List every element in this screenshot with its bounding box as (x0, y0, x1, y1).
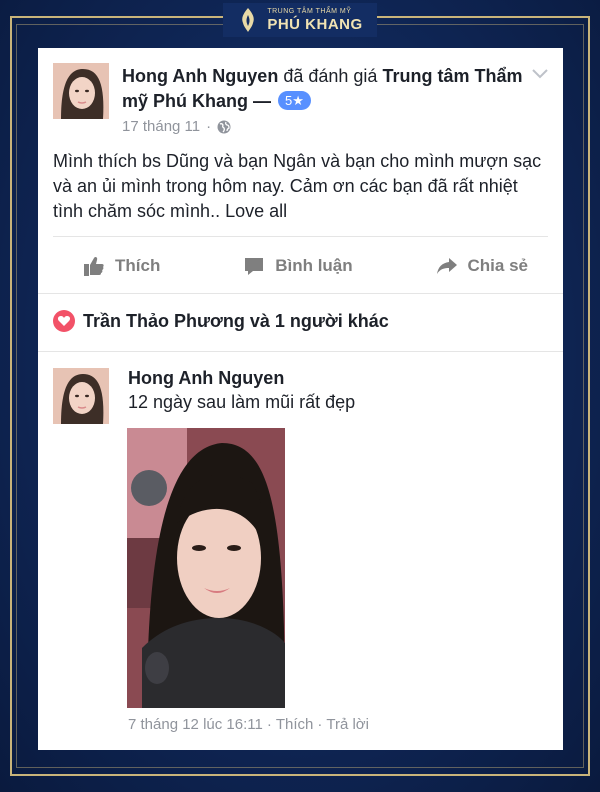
brand-name: PHÚ KHANG (267, 16, 363, 33)
chevron-down-icon[interactable] (531, 68, 549, 80)
comment-button[interactable]: Bình luận (243, 255, 353, 277)
selfie-image (127, 428, 285, 708)
comment-label: Bình luận (275, 256, 353, 275)
avatar-photo (53, 63, 109, 119)
brand-box: TRUNG TÂM THẨM MỸ PHÚ KHANG (223, 3, 377, 37)
comment-meta-dot: · (317, 716, 323, 733)
reaction-summary[interactable]: Trần Thảo Phương và 1 người khác (53, 310, 389, 332)
divider (38, 293, 563, 294)
comment-like-link[interactable]: Thích (276, 716, 314, 733)
like-label: Thích (115, 256, 161, 275)
avatar-photo (53, 368, 109, 424)
heart-icon (53, 310, 75, 332)
comment-author[interactable]: Hong Anh Nguyen (128, 368, 284, 389)
divider (38, 351, 563, 352)
comment-date[interactable]: 7 tháng 12 lúc 16:11 (128, 716, 263, 733)
comment-meta: 7 tháng 12 lúc 16:11 · Thích · Trả lời (128, 716, 369, 733)
like-button[interactable]: Thích (83, 255, 160, 277)
globe-icon (217, 120, 231, 133)
post-date[interactable]: 17 tháng 11 (122, 118, 200, 135)
comment-text: 12 ngày sau làm mũi rất đẹp (128, 392, 356, 412)
comment-photo[interactable] (127, 428, 285, 708)
rating-badge: 5★ (278, 91, 311, 110)
comment-meta-dot: · (266, 716, 272, 733)
post-header: Hong Anh Nguyen đã đánh giá Trung tâm Th… (122, 64, 532, 114)
speech-bubble-icon (245, 258, 264, 275)
reaction-text: Trần Thảo Phương và 1 người khác (83, 310, 389, 331)
comment-reply-link[interactable]: Trả lời (326, 716, 369, 733)
brand-subtitle: TRUNG TÂM THẨM MỸ (267, 8, 352, 15)
post-separator: — (253, 91, 272, 111)
brand-header: TRUNG TÂM THẨM MỸ PHÚ KHANG (0, 0, 600, 40)
share-label: Chia sẻ (467, 256, 528, 275)
post-meta: 17 tháng 11 · (122, 118, 231, 135)
share-button[interactable]: Chia sẻ (436, 255, 528, 277)
action-bar: Thích Bình luận Chia sẻ (53, 246, 548, 286)
brand-text: TRUNG TÂM THẨM MỸ PHÚ KHANG (267, 7, 362, 33)
avatar[interactable] (53, 368, 109, 424)
post-author[interactable]: Hong Anh Nguyen (122, 66, 278, 86)
post-meta-dot: · (206, 118, 212, 135)
flame-logo-icon (242, 8, 255, 32)
review-card: Hong Anh Nguyen đã đánh giá Trung tâm Th… (38, 48, 563, 750)
share-arrow-icon (436, 258, 457, 274)
avatar[interactable] (53, 63, 109, 119)
thumbs-up-icon (84, 256, 104, 276)
post-body: Mình thích bs Dũng và bạn Ngân và bạn ch… (53, 151, 542, 221)
divider (53, 236, 548, 237)
post-action: đã đánh giá (283, 66, 378, 86)
